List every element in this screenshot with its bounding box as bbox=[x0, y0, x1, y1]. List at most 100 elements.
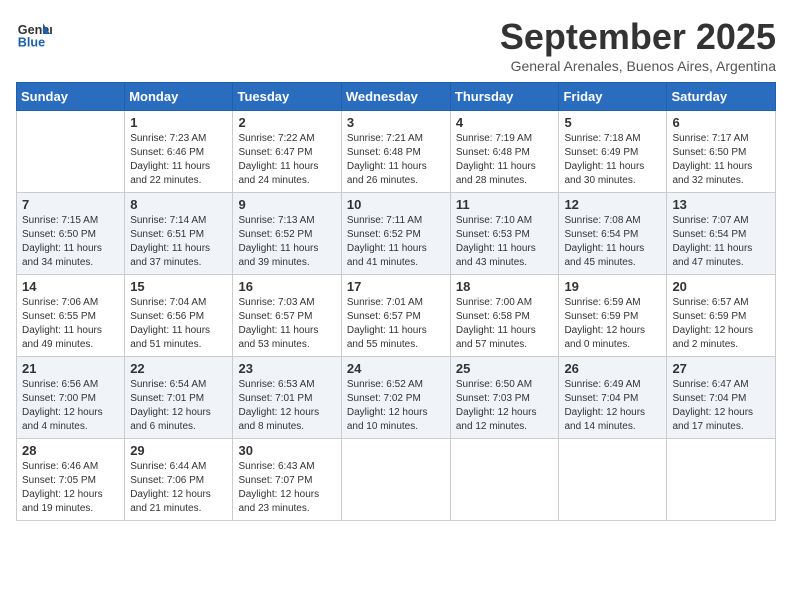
day-info: Sunrise: 7:22 AM Sunset: 6:47 PM Dayligh… bbox=[238, 132, 335, 188]
column-header-saturday: Saturday bbox=[667, 83, 776, 111]
calendar-cell: 19Sunrise: 6:59 AM Sunset: 6:59 PM Dayli… bbox=[559, 275, 667, 357]
calendar-cell: 20 Sunrise: 6:57 AM Sunset: 6:59 PM Dayli… bbox=[667, 275, 776, 357]
day-number: 20 bbox=[672, 279, 770, 294]
column-header-friday: Friday bbox=[559, 83, 667, 111]
calendar-cell: 23 Sunrise: 6:53 AM Sunset: 7:01 PM Dayli… bbox=[233, 357, 341, 439]
day-number: 23 bbox=[238, 361, 335, 376]
calendar-cell: 1 Sunrise: 7:23 AM Sunset: 6:46 PM Daylig… bbox=[125, 111, 233, 193]
calendar-cell: 13 Sunrise: 7:07 AM Sunset: 6:54 PM Dayli… bbox=[667, 193, 776, 275]
day-info: Sunrise: 7:01 AM Sunset: 6:57 PM Dayligh… bbox=[347, 296, 445, 352]
day-number: 4 bbox=[456, 115, 554, 130]
day-info: Sunrise: 6:47 AM Sunset: 7:04 PM Dayligh… bbox=[672, 378, 770, 434]
calendar-cell: 11 Sunrise: 7:10 AM Sunset: 6:53 PM Dayli… bbox=[450, 193, 559, 275]
day-number: 2 bbox=[238, 115, 335, 130]
column-header-tuesday: Tuesday bbox=[233, 83, 341, 111]
month-title: September 2025 bbox=[500, 16, 776, 58]
day-info: Sunrise: 7:14 AM Sunset: 6:51 PM Dayligh… bbox=[130, 214, 227, 270]
calendar-cell: 14 Sunrise: 7:06 AM Sunset: 6:55 PM Dayli… bbox=[17, 275, 125, 357]
calendar-cell: 15Sunrise: 7:04 AM Sunset: 6:56 PM Dayli… bbox=[125, 275, 233, 357]
calendar-week-row: 21 Sunrise: 6:56 AM Sunset: 7:00 PM Dayli… bbox=[17, 357, 776, 439]
calendar-cell: 8Sunrise: 7:14 AM Sunset: 6:51 PM Daylig… bbox=[125, 193, 233, 275]
calendar-cell: 4 Sunrise: 7:19 AM Sunset: 6:48 PM Daylig… bbox=[450, 111, 559, 193]
day-info: Sunrise: 7:17 AM Sunset: 6:50 PM Dayligh… bbox=[672, 132, 770, 188]
day-info: Sunrise: 7:00 AM Sunset: 6:58 PM Dayligh… bbox=[456, 296, 554, 352]
day-number: 21 bbox=[22, 361, 119, 376]
day-info: Sunrise: 6:54 AM Sunset: 7:01 PM Dayligh… bbox=[130, 378, 227, 434]
day-number: 12 bbox=[564, 197, 661, 212]
day-info: Sunrise: 6:57 AM Sunset: 6:59 PM Dayligh… bbox=[672, 296, 770, 352]
day-info: Sunrise: 7:15 AM Sunset: 6:50 PM Dayligh… bbox=[22, 214, 119, 270]
calendar-cell: 12Sunrise: 7:08 AM Sunset: 6:54 PM Dayli… bbox=[559, 193, 667, 275]
calendar-cell: 18 Sunrise: 7:00 AM Sunset: 6:58 PM Dayli… bbox=[450, 275, 559, 357]
calendar-cell bbox=[667, 439, 776, 521]
day-number: 6 bbox=[672, 115, 770, 130]
calendar-cell: 30 Sunrise: 6:43 AM Sunset: 7:07 PM Dayli… bbox=[233, 439, 341, 521]
day-number: 7 bbox=[22, 197, 119, 212]
calendar-week-row: 14 Sunrise: 7:06 AM Sunset: 6:55 PM Dayli… bbox=[17, 275, 776, 357]
day-number: 10 bbox=[347, 197, 445, 212]
calendar-cell: 17 Sunrise: 7:01 AM Sunset: 6:57 PM Dayli… bbox=[341, 275, 450, 357]
calendar-week-row: 7 Sunrise: 7:15 AM Sunset: 6:50 PM Daylig… bbox=[17, 193, 776, 275]
calendar-cell bbox=[559, 439, 667, 521]
day-number: 22 bbox=[130, 361, 227, 376]
day-info: Sunrise: 7:21 AM Sunset: 6:48 PM Dayligh… bbox=[347, 132, 445, 188]
column-header-monday: Monday bbox=[125, 83, 233, 111]
column-header-thursday: Thursday bbox=[450, 83, 559, 111]
location-subtitle: General Arenales, Buenos Aires, Argentin… bbox=[500, 58, 776, 74]
calendar-cell: 29 Sunrise: 6:44 AM Sunset: 7:06 PM Dayli… bbox=[125, 439, 233, 521]
day-info: Sunrise: 7:03 AM Sunset: 6:57 PM Dayligh… bbox=[238, 296, 335, 352]
day-number: 30 bbox=[238, 443, 335, 458]
day-info: Sunrise: 6:56 AM Sunset: 7:00 PM Dayligh… bbox=[22, 378, 119, 434]
calendar-cell bbox=[341, 439, 450, 521]
calendar-cell bbox=[450, 439, 559, 521]
day-number: 14 bbox=[22, 279, 119, 294]
day-info: Sunrise: 6:49 AM Sunset: 7:04 PM Dayligh… bbox=[564, 378, 661, 434]
day-info: Sunrise: 7:04 AM Sunset: 6:56 PM Dayligh… bbox=[130, 296, 227, 352]
svg-text:Blue: Blue bbox=[18, 36, 45, 50]
day-number: 16 bbox=[238, 279, 335, 294]
day-number: 13 bbox=[672, 197, 770, 212]
calendar-cell: 2 Sunrise: 7:22 AM Sunset: 6:47 PM Daylig… bbox=[233, 111, 341, 193]
day-number: 11 bbox=[456, 197, 554, 212]
calendar-cell: 5 Sunrise: 7:18 AM Sunset: 6:49 PM Daylig… bbox=[559, 111, 667, 193]
page-header: General Blue September 2025 General Aren… bbox=[16, 16, 776, 74]
column-header-sunday: Sunday bbox=[17, 83, 125, 111]
day-number: 25 bbox=[456, 361, 554, 376]
title-block: September 2025 General Arenales, Buenos … bbox=[500, 16, 776, 74]
day-info: Sunrise: 7:18 AM Sunset: 6:49 PM Dayligh… bbox=[564, 132, 661, 188]
day-info: Sunrise: 7:19 AM Sunset: 6:48 PM Dayligh… bbox=[456, 132, 554, 188]
day-number: 17 bbox=[347, 279, 445, 294]
calendar-cell: 22 Sunrise: 6:54 AM Sunset: 7:01 PM Dayli… bbox=[125, 357, 233, 439]
calendar-cell: 16 Sunrise: 7:03 AM Sunset: 6:57 PM Dayli… bbox=[233, 275, 341, 357]
logo: General Blue bbox=[16, 16, 52, 52]
calendar-cell: 21 Sunrise: 6:56 AM Sunset: 7:00 PM Dayli… bbox=[17, 357, 125, 439]
day-number: 27 bbox=[672, 361, 770, 376]
day-number: 5 bbox=[564, 115, 661, 130]
calendar-cell: 26 Sunrise: 6:49 AM Sunset: 7:04 PM Dayli… bbox=[559, 357, 667, 439]
calendar-header-row: SundayMondayTuesdayWednesdayThursdayFrid… bbox=[17, 83, 776, 111]
calendar-cell: 10 Sunrise: 7:11 AM Sunset: 6:52 PM Dayli… bbox=[341, 193, 450, 275]
day-info: Sunrise: 6:50 AM Sunset: 7:03 PM Dayligh… bbox=[456, 378, 554, 434]
calendar-cell bbox=[17, 111, 125, 193]
day-info: Sunrise: 7:10 AM Sunset: 6:53 PM Dayligh… bbox=[456, 214, 554, 270]
day-info: Sunrise: 6:53 AM Sunset: 7:01 PM Dayligh… bbox=[238, 378, 335, 434]
day-info: Sunrise: 7:23 AM Sunset: 6:46 PM Dayligh… bbox=[130, 132, 227, 188]
calendar-cell: 25 Sunrise: 6:50 AM Sunset: 7:03 PM Dayli… bbox=[450, 357, 559, 439]
calendar-cell: 9Sunrise: 7:13 AM Sunset: 6:52 PM Daylig… bbox=[233, 193, 341, 275]
day-info: Sunrise: 7:13 AM Sunset: 6:52 PM Dayligh… bbox=[238, 214, 335, 270]
day-info: Sunrise: 6:46 AM Sunset: 7:05 PM Dayligh… bbox=[22, 460, 119, 516]
day-info: Sunrise: 6:43 AM Sunset: 7:07 PM Dayligh… bbox=[238, 460, 335, 516]
day-info: Sunrise: 6:52 AM Sunset: 7:02 PM Dayligh… bbox=[347, 378, 445, 434]
day-number: 29 bbox=[130, 443, 227, 458]
day-number: 1 bbox=[130, 115, 227, 130]
day-info: Sunrise: 7:06 AM Sunset: 6:55 PM Dayligh… bbox=[22, 296, 119, 352]
day-number: 26 bbox=[564, 361, 661, 376]
day-info: Sunrise: 6:44 AM Sunset: 7:06 PM Dayligh… bbox=[130, 460, 227, 516]
day-info: Sunrise: 6:59 AM Sunset: 6:59 PM Dayligh… bbox=[564, 296, 661, 352]
calendar-table: SundayMondayTuesdayWednesdayThursdayFrid… bbox=[16, 82, 776, 521]
calendar-cell: 28Sunrise: 6:46 AM Sunset: 7:05 PM Dayli… bbox=[17, 439, 125, 521]
day-number: 24 bbox=[347, 361, 445, 376]
day-number: 18 bbox=[456, 279, 554, 294]
day-info: Sunrise: 7:11 AM Sunset: 6:52 PM Dayligh… bbox=[347, 214, 445, 270]
day-info: Sunrise: 7:07 AM Sunset: 6:54 PM Dayligh… bbox=[672, 214, 770, 270]
